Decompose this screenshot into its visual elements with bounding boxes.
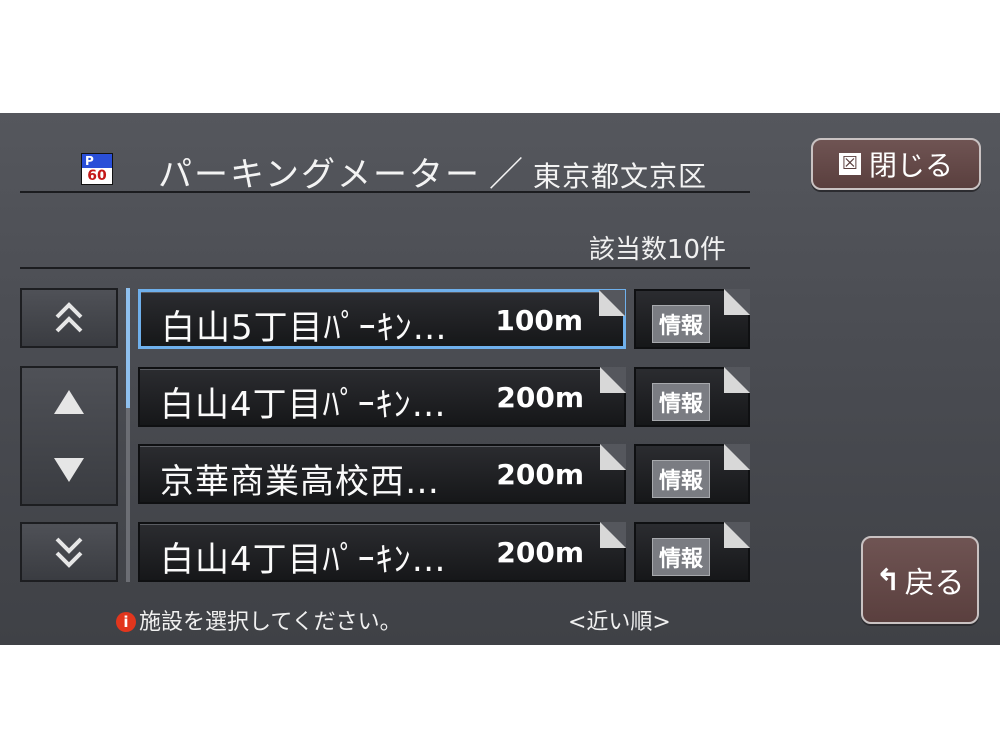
facility-name: 白山4丁目ﾊﾟｰｷﾝ…	[160, 540, 447, 580]
facility-name: 白山5丁目ﾊﾟｰｷﾝ…	[161, 308, 448, 348]
page-down-button[interactable]	[20, 522, 118, 582]
sort-order: <近い順>	[568, 610, 671, 635]
result-count-bar: 該当数10件	[20, 215, 750, 269]
return-arrow-icon: ↰	[875, 562, 901, 598]
info-label: 情報	[652, 460, 711, 498]
list-item[interactable]: 白山4丁目ﾊﾟｰｷﾝ… 200m	[138, 367, 626, 427]
chevrons-up-icon	[55, 302, 83, 333]
info-button[interactable]: 情報	[634, 367, 750, 427]
info-icon: i	[116, 612, 136, 632]
corner-fold-icon	[724, 367, 750, 393]
title-separator: ／	[488, 155, 525, 195]
close-icon: ☒	[838, 153, 861, 175]
triangle-up-icon[interactable]	[52, 388, 86, 416]
category-title: パーキングメーター	[158, 155, 481, 195]
info-button[interactable]: 情報	[634, 289, 750, 349]
status-text: 施設を選択してください。	[139, 610, 402, 635]
chevrons-down-icon	[55, 537, 83, 568]
scrollbar-thumb[interactable]	[126, 288, 130, 408]
close-button[interactable]: ☒ 閉じる	[811, 138, 981, 190]
facility-distance: 200m	[496, 536, 584, 569]
parking-icon-minutes: 60	[87, 168, 107, 184]
back-button[interactable]: ↰ 戻る	[861, 536, 979, 624]
scroll-updown-group	[20, 366, 118, 506]
status-message: i 施設を選択してください。	[116, 604, 402, 636]
facility-distance: 200m	[496, 381, 584, 414]
page-title: パーキングメーター／東京都文京区	[158, 147, 707, 196]
back-label: 戻る	[904, 566, 965, 601]
corner-fold-icon	[724, 522, 750, 548]
info-button[interactable]: 情報	[634, 522, 750, 582]
title-bar: P 60 パーキングメーター／東京都文京区	[20, 143, 750, 196]
info-label: 情報	[652, 383, 711, 421]
parking-icon-letter: P	[82, 154, 112, 168]
corner-fold-icon	[600, 367, 626, 393]
facility-name: 京華商業高校西…	[160, 462, 440, 502]
list-item[interactable]: 白山5丁目ﾊﾟｰｷﾝ… 100m	[138, 289, 626, 349]
corner-fold-icon	[724, 444, 750, 470]
corner-fold-icon	[599, 290, 625, 316]
facility-distance: 100m	[495, 304, 583, 337]
facility-name: 白山4丁目ﾊﾟｰｷﾝ…	[160, 385, 447, 425]
info-label: 情報	[652, 305, 711, 343]
corner-fold-icon	[724, 289, 750, 315]
corner-fold-icon	[600, 522, 626, 548]
list-item[interactable]: 京華商業高校西… 200m	[138, 444, 626, 504]
corner-fold-icon	[600, 444, 626, 470]
triangle-down-icon[interactable]	[52, 456, 86, 484]
navigation-screen: P 60 パーキングメーター／東京都文京区 ☒ 閉じる 該当数10件 白山5丁目…	[0, 113, 1000, 645]
list-item[interactable]: 白山4丁目ﾊﾟｰｷﾝ… 200m	[138, 522, 626, 582]
info-label: 情報	[652, 538, 711, 576]
info-button[interactable]: 情報	[634, 444, 750, 504]
result-count: 該当数10件	[588, 235, 726, 265]
area-name: 東京都文京区	[532, 160, 707, 193]
close-label: 閉じる	[868, 149, 953, 182]
page-up-button[interactable]	[20, 288, 118, 348]
facility-distance: 200m	[496, 458, 584, 491]
parking-icon: P 60	[81, 153, 113, 185]
